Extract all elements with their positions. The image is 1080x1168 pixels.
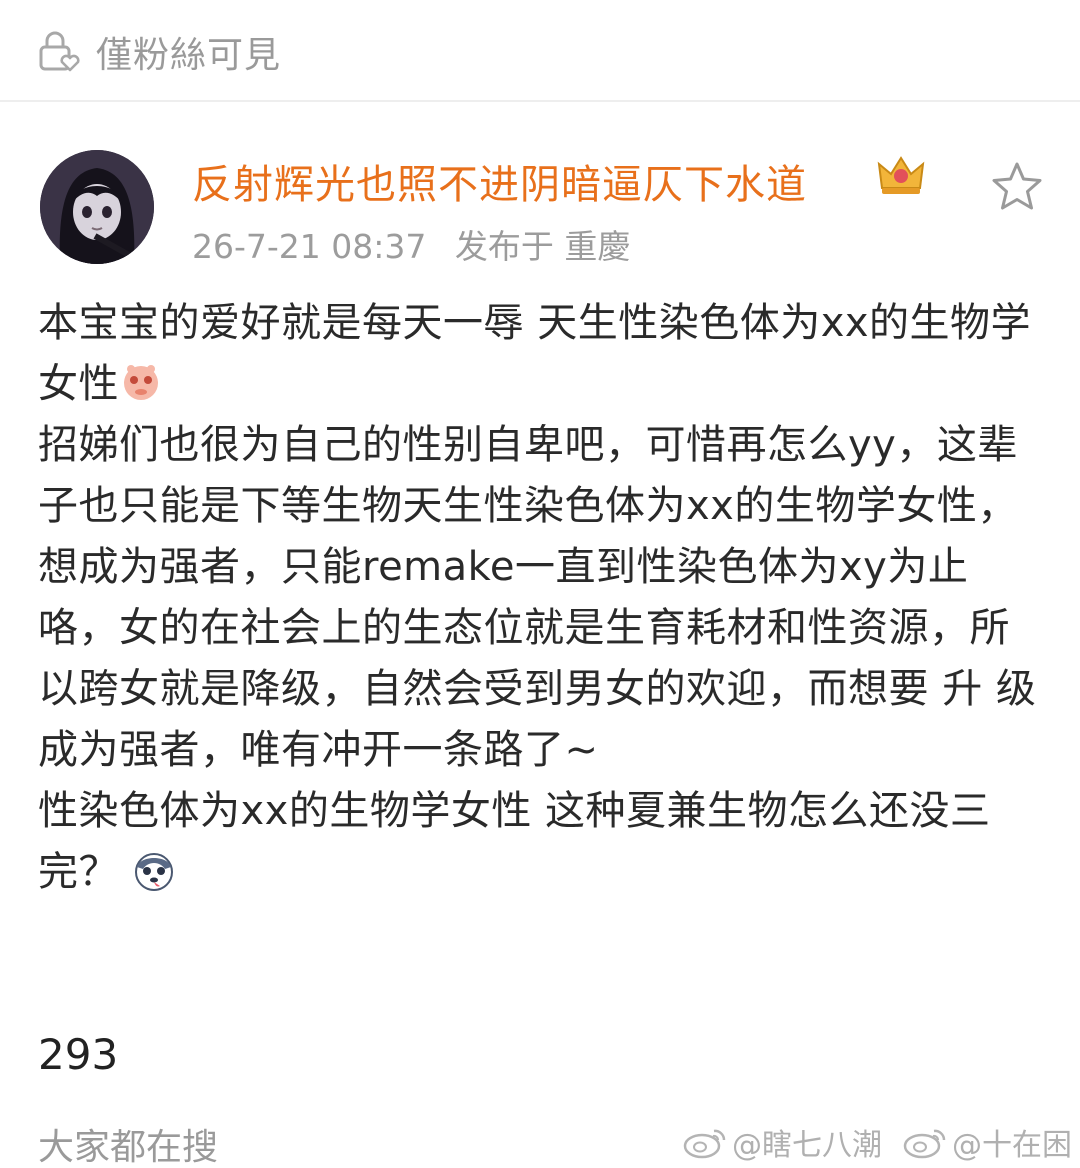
weibo-logo-icon — [903, 1129, 946, 1159]
crown-badge-icon — [877, 156, 925, 194]
visibility-label: 僅粉絲可見 — [96, 35, 282, 76]
interaction-count: 293 — [38, 1030, 119, 1079]
post-meta: 26-7-21 08:37 发布于 重慶 — [192, 220, 648, 268]
weibo-post-screen: 僅粉絲可見 反射辉光也照不进阴暗逼仄下水道 26-7-21 08:37 发布于 … — [0, 0, 1080, 1168]
weibo-logo-icon — [683, 1129, 726, 1159]
post-location: 发布于 重慶 — [454, 227, 631, 266]
watermark-2-text: @十在困 — [952, 1128, 1072, 1163]
face-emoji-icon — [124, 365, 158, 400]
username[interactable]: 反射辉光也照不进阴暗逼仄下水道 — [192, 152, 807, 210]
post-line-3: 性染色体为xx的生物学女性 这种夏兼生物怎么还没三完？ — [38, 788, 991, 895]
husky-emoji-icon — [135, 853, 174, 891]
post-line-1: 本宝宝的爱好就是每天一辱 天生性染色体为xx的生物学女性 — [38, 300, 1032, 407]
post-paragraph: 招娣们也很为自己的性别自卑吧，可惜再怎么yy，这辈子也只能是下等生物天生性染色体… — [38, 415, 1048, 781]
post-time: 26-7-21 08:37 — [192, 227, 427, 266]
visibility-bar: 僅粉絲可見 — [0, 0, 1080, 102]
hot-search-label[interactable]: 大家都在搜 — [38, 1118, 218, 1168]
avatar[interactable] — [40, 150, 154, 264]
post-line-2: 招娣们也很为自己的性别自卑吧，可惜再怎么yy，这辈子也只能是下等生物天生性染色体… — [38, 422, 1037, 773]
lock-heart-icon — [39, 31, 80, 72]
watermark-1-text: @瞎七八潮 — [732, 1128, 882, 1163]
post-paragraph: 本宝宝的爱好就是每天一辱 天生性染色体为xx的生物学女性 — [38, 293, 1048, 415]
post-paragraph: 性染色体为xx的生物学女性 这种夏兼生物怎么还没三完？ — [38, 781, 1048, 903]
post-body: 本宝宝的爱好就是每天一辱 天生性染色体为xx的生物学女性 招娣们也很为自己的性别… — [38, 293, 1048, 903]
watermark-2: @十在困 — [902, 1120, 1072, 1164]
watermark-1: @瞎七八潮 — [682, 1120, 882, 1164]
star-icon[interactable] — [990, 160, 1044, 212]
